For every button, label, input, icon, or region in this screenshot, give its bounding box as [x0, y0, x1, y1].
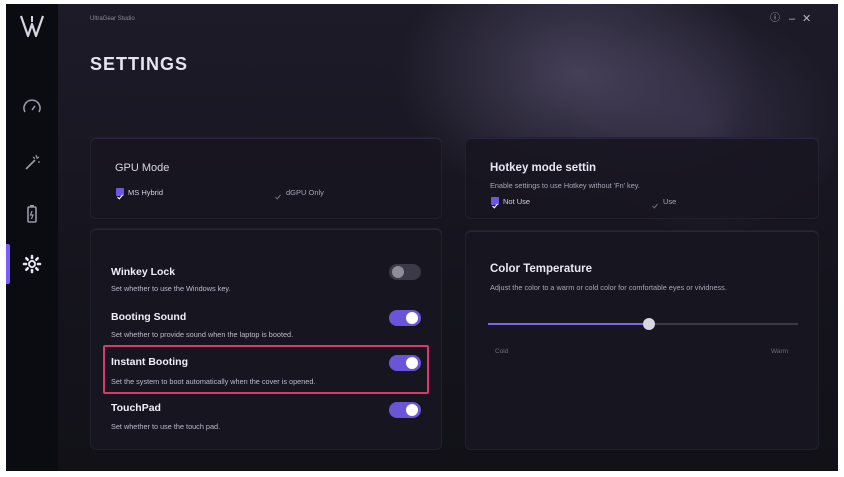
color-temperature-slider[interactable] [488, 318, 798, 330]
sidebar [6, 4, 58, 471]
booting-sound-title: Booting Sound [111, 311, 187, 323]
hotkey-description: Enable settings to use Hotkey without 'F… [490, 181, 640, 190]
booting-sound-toggle[interactable] [389, 310, 421, 326]
color-temperature-card: Color Temperature Adjust the color to a … [465, 230, 819, 450]
touchpad-title: TouchPad [111, 402, 161, 414]
instant-booting-highlight [103, 345, 429, 394]
page-title: SETTINGS [90, 54, 189, 74]
main-content: UltraGear Studio ⓘ – ✕ SETTINGS GPU Mode… [58, 4, 838, 471]
ms-hybrid-label: MS Hybrid [128, 188, 164, 197]
winkey-lock-title: Winkey Lock [111, 266, 176, 278]
hotkey-card: Hotkey mode settin Enable settings to us… [465, 137, 819, 219]
touchpad-toggle[interactable] [389, 402, 421, 418]
hotkey-title: Hotkey mode settin [490, 162, 597, 174]
dgpu-only-checkbox[interactable] [274, 188, 282, 200]
not-use-label: Not Use [503, 197, 531, 206]
minimize-button[interactable]: – [789, 13, 795, 25]
active-indicator [6, 244, 10, 284]
magic-wand-icon[interactable] [20, 150, 44, 174]
warm-label: Warm [771, 348, 789, 355]
slider-fill [488, 323, 649, 325]
toggles-card: Winkey Lock Set whether to use the Windo… [90, 228, 442, 450]
slider-thumb[interactable] [643, 318, 655, 330]
ultragear-logo [19, 15, 45, 38]
touchpad-description: Set whether to use the touch pad. [111, 422, 221, 431]
gpu-mode-title: GPU Mode [115, 162, 170, 174]
app-title: UltraGear Studio [90, 16, 135, 22]
cold-label: Cold [495, 348, 509, 355]
gear-icon[interactable] [20, 252, 44, 276]
use-label: Use [663, 197, 677, 206]
ms-hybrid-checkbox[interactable] [116, 188, 124, 200]
dgpu-only-label: dGPU Only [286, 188, 324, 197]
close-button[interactable]: ✕ [802, 13, 811, 25]
booting-sound-description: Set whether to provide sound when the la… [111, 330, 294, 339]
not-use-checkbox[interactable] [491, 197, 499, 209]
winkey-lock-description: Set whether to use the Windows key. [111, 284, 231, 293]
color-temperature-title: Color Temperature [490, 263, 593, 275]
gpu-mode-card: GPU Mode MS Hybrid dGPU Only [90, 137, 442, 219]
info-icon[interactable]: ⓘ [770, 13, 780, 25]
gauge-icon[interactable] [20, 96, 44, 120]
use-checkbox[interactable] [651, 197, 659, 209]
winkey-lock-toggle[interactable] [389, 264, 421, 280]
app-window: UltraGear Studio ⓘ – ✕ SETTINGS GPU Mode… [6, 4, 838, 471]
color-temperature-description: Adjust the color to a warm or cold color… [490, 283, 727, 292]
battery-icon[interactable] [20, 202, 44, 226]
